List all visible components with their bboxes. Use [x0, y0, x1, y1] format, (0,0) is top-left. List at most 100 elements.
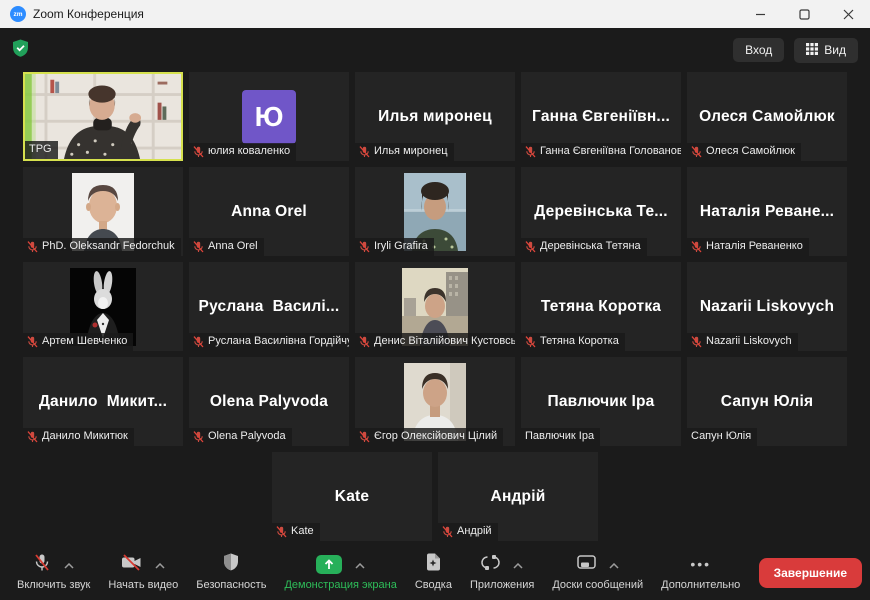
participant-tile[interactable]: Nazarii LiskovychNazarii Liskovych	[687, 262, 847, 351]
toolbar-item-summary[interactable]: Сводка	[406, 545, 461, 600]
mic-muted-icon	[33, 553, 51, 577]
participant-tile[interactable]: Тетяна КороткаТетяна Коротка	[521, 262, 681, 351]
participant-label: Руслана Василівна Гордійчук	[189, 333, 349, 351]
muted-mic-icon	[276, 526, 287, 538]
muted-mic-icon	[27, 336, 38, 348]
muted-mic-icon	[193, 146, 204, 158]
summary-icon	[425, 553, 441, 576]
toolbar-item-apps[interactable]: Приложения	[461, 545, 543, 600]
participant-label: Илья миронец	[355, 143, 454, 161]
tool-options-caret-icon[interactable]	[609, 556, 619, 574]
participant-label: Олеся Самойлюк	[687, 143, 801, 161]
participant-tile[interactable]: Ганна Євгеніївн...Ганна Євгеніївна Голов…	[521, 72, 681, 161]
participant-label: TPG	[25, 141, 58, 159]
view-button[interactable]: Вид	[794, 38, 858, 63]
apps-icon	[481, 554, 500, 576]
zoom-app-icon: zm	[10, 6, 26, 22]
muted-mic-icon	[27, 241, 38, 253]
meeting-toolbar: Включить звукНачать видеоБезопасностьДем…	[0, 545, 870, 600]
participant-label: Anna Orel	[189, 238, 264, 256]
toolbar-item-shield[interactable]: Безопасность	[187, 545, 275, 600]
participant-tile[interactable]: Денис Віталійович Кустовсь...	[355, 262, 515, 351]
toolbar-item-camera-muted[interactable]: Начать видео	[99, 545, 187, 600]
muted-mic-icon	[359, 241, 370, 253]
participant-label: юлия коваленко	[189, 143, 296, 161]
participant-tile[interactable]: Єгор Олексійович Цілий	[355, 357, 515, 446]
participant-tile[interactable]: Руслана Василі...Руслана Василівна Горді…	[189, 262, 349, 351]
participant-label: Данило Микитюк	[23, 428, 134, 446]
participant-label: Тетяна Коротка	[521, 333, 625, 351]
participant-label: PhD. Oleksandr Fedorchuk	[23, 238, 181, 256]
muted-mic-icon	[691, 241, 702, 253]
toolbar-item-mic-muted[interactable]: Включить звук	[8, 545, 99, 600]
muted-mic-icon	[442, 526, 453, 538]
participant-label: Артем Шевченко	[23, 333, 133, 351]
window-title: Zoom Конференция	[33, 7, 144, 21]
zoom-meeting-window: Вход Вид TPGЮюлия коваленкоИлья миронецИ…	[0, 28, 870, 600]
end-meeting-button[interactable]: Завершение	[759, 558, 862, 588]
participant-label: Сапун Юлія	[687, 428, 757, 446]
minimize-button[interactable]	[738, 0, 782, 28]
participant-label: Iryli Grafira	[355, 238, 434, 256]
meeting-topbar: Вход Вид	[0, 28, 870, 72]
participant-label: Єгор Олексійович Цілий	[355, 428, 503, 446]
participant-label: Андрій	[438, 523, 498, 541]
participant-tile[interactable]: Павлючик ІраПавлючик Іра	[521, 357, 681, 446]
participant-tile[interactable]: Iryli Grafira	[355, 167, 515, 256]
participant-tile[interactable]: АндрійАндрій	[438, 452, 598, 541]
participant-label: Ганна Євгеніївна Голованова	[521, 143, 681, 161]
participant-tile[interactable]: Ююлия коваленко	[189, 72, 349, 161]
muted-mic-icon	[525, 146, 536, 158]
participant-tile[interactable]: Сапун ЮліяСапун Юлія	[687, 357, 847, 446]
participant-label: Наталія Реваненко	[687, 238, 809, 256]
muted-mic-icon	[691, 336, 702, 348]
tool-options-caret-icon[interactable]	[155, 556, 165, 574]
participant-tile[interactable]: Anna OrelAnna Orel	[189, 167, 349, 256]
muted-mic-icon	[525, 336, 536, 348]
muted-mic-icon	[193, 336, 204, 348]
participant-label: Павлючик Іра	[521, 428, 600, 446]
login-button[interactable]: Вход	[733, 38, 784, 62]
participant-tile[interactable]: Olena PalyvodaOlena Palyvoda	[189, 357, 349, 446]
participant-tile[interactable]: TPG	[23, 72, 183, 161]
muted-mic-icon	[27, 431, 38, 443]
participant-label: Денис Віталійович Кустовсь...	[355, 333, 515, 351]
participant-tile[interactable]: Илья миронецИлья миронец	[355, 72, 515, 161]
muted-mic-icon	[691, 146, 702, 158]
toolbar-item-whiteboard[interactable]: Доски сообщений	[543, 545, 652, 600]
whiteboard-icon	[577, 555, 596, 575]
participant-grid: TPGЮюлия коваленкоИлья миронецИлья мирон…	[22, 72, 848, 541]
participant-tile[interactable]: PhD. Oleksandr Fedorchuk	[23, 167, 183, 256]
shield-icon	[223, 553, 239, 576]
more-icon: •••	[690, 556, 711, 574]
share-screen-icon	[316, 555, 342, 574]
participant-tile[interactable]: Олеся СамойлюкОлеся Самойлюк	[687, 72, 847, 161]
muted-mic-icon	[359, 431, 370, 443]
muted-mic-icon	[525, 241, 536, 253]
window-titlebar: zm Zoom Конференция	[0, 0, 870, 28]
participant-tile[interactable]: KateKate	[272, 452, 432, 541]
participant-label: Nazarii Liskovych	[687, 333, 798, 351]
participant-label: Olena Palyvoda	[189, 428, 292, 446]
participant-tile[interactable]: Деревінська Те...Деревінська Тетяна	[521, 167, 681, 256]
toolbar-item-share-screen[interactable]: Демонстрация экрана	[275, 545, 405, 600]
participant-label: Kate	[272, 523, 320, 541]
muted-mic-icon	[193, 241, 204, 253]
tool-options-caret-icon[interactable]	[64, 556, 74, 574]
grid-view-icon	[806, 43, 818, 58]
tool-options-caret-icon[interactable]	[513, 556, 523, 574]
maximize-button[interactable]	[782, 0, 826, 28]
camera-muted-icon	[121, 554, 142, 576]
toolbar-item-more[interactable]: •••Дополнительно	[652, 545, 749, 600]
participant-tile[interactable]: Артем Шевченко	[23, 262, 183, 351]
close-button[interactable]	[826, 0, 870, 28]
muted-mic-icon	[359, 336, 370, 348]
participant-tile[interactable]: Данило Микит...Данило Микитюк	[23, 357, 183, 446]
tool-options-caret-icon[interactable]	[355, 556, 365, 574]
muted-mic-icon	[193, 431, 204, 443]
encryption-shield-icon[interactable]	[12, 39, 29, 62]
participant-tile[interactable]: Наталія Реване...Наталія Реваненко	[687, 167, 847, 256]
participant-label: Деревінська Тетяна	[521, 238, 647, 256]
participant-avatar: Ю	[242, 90, 296, 144]
muted-mic-icon	[359, 146, 370, 158]
